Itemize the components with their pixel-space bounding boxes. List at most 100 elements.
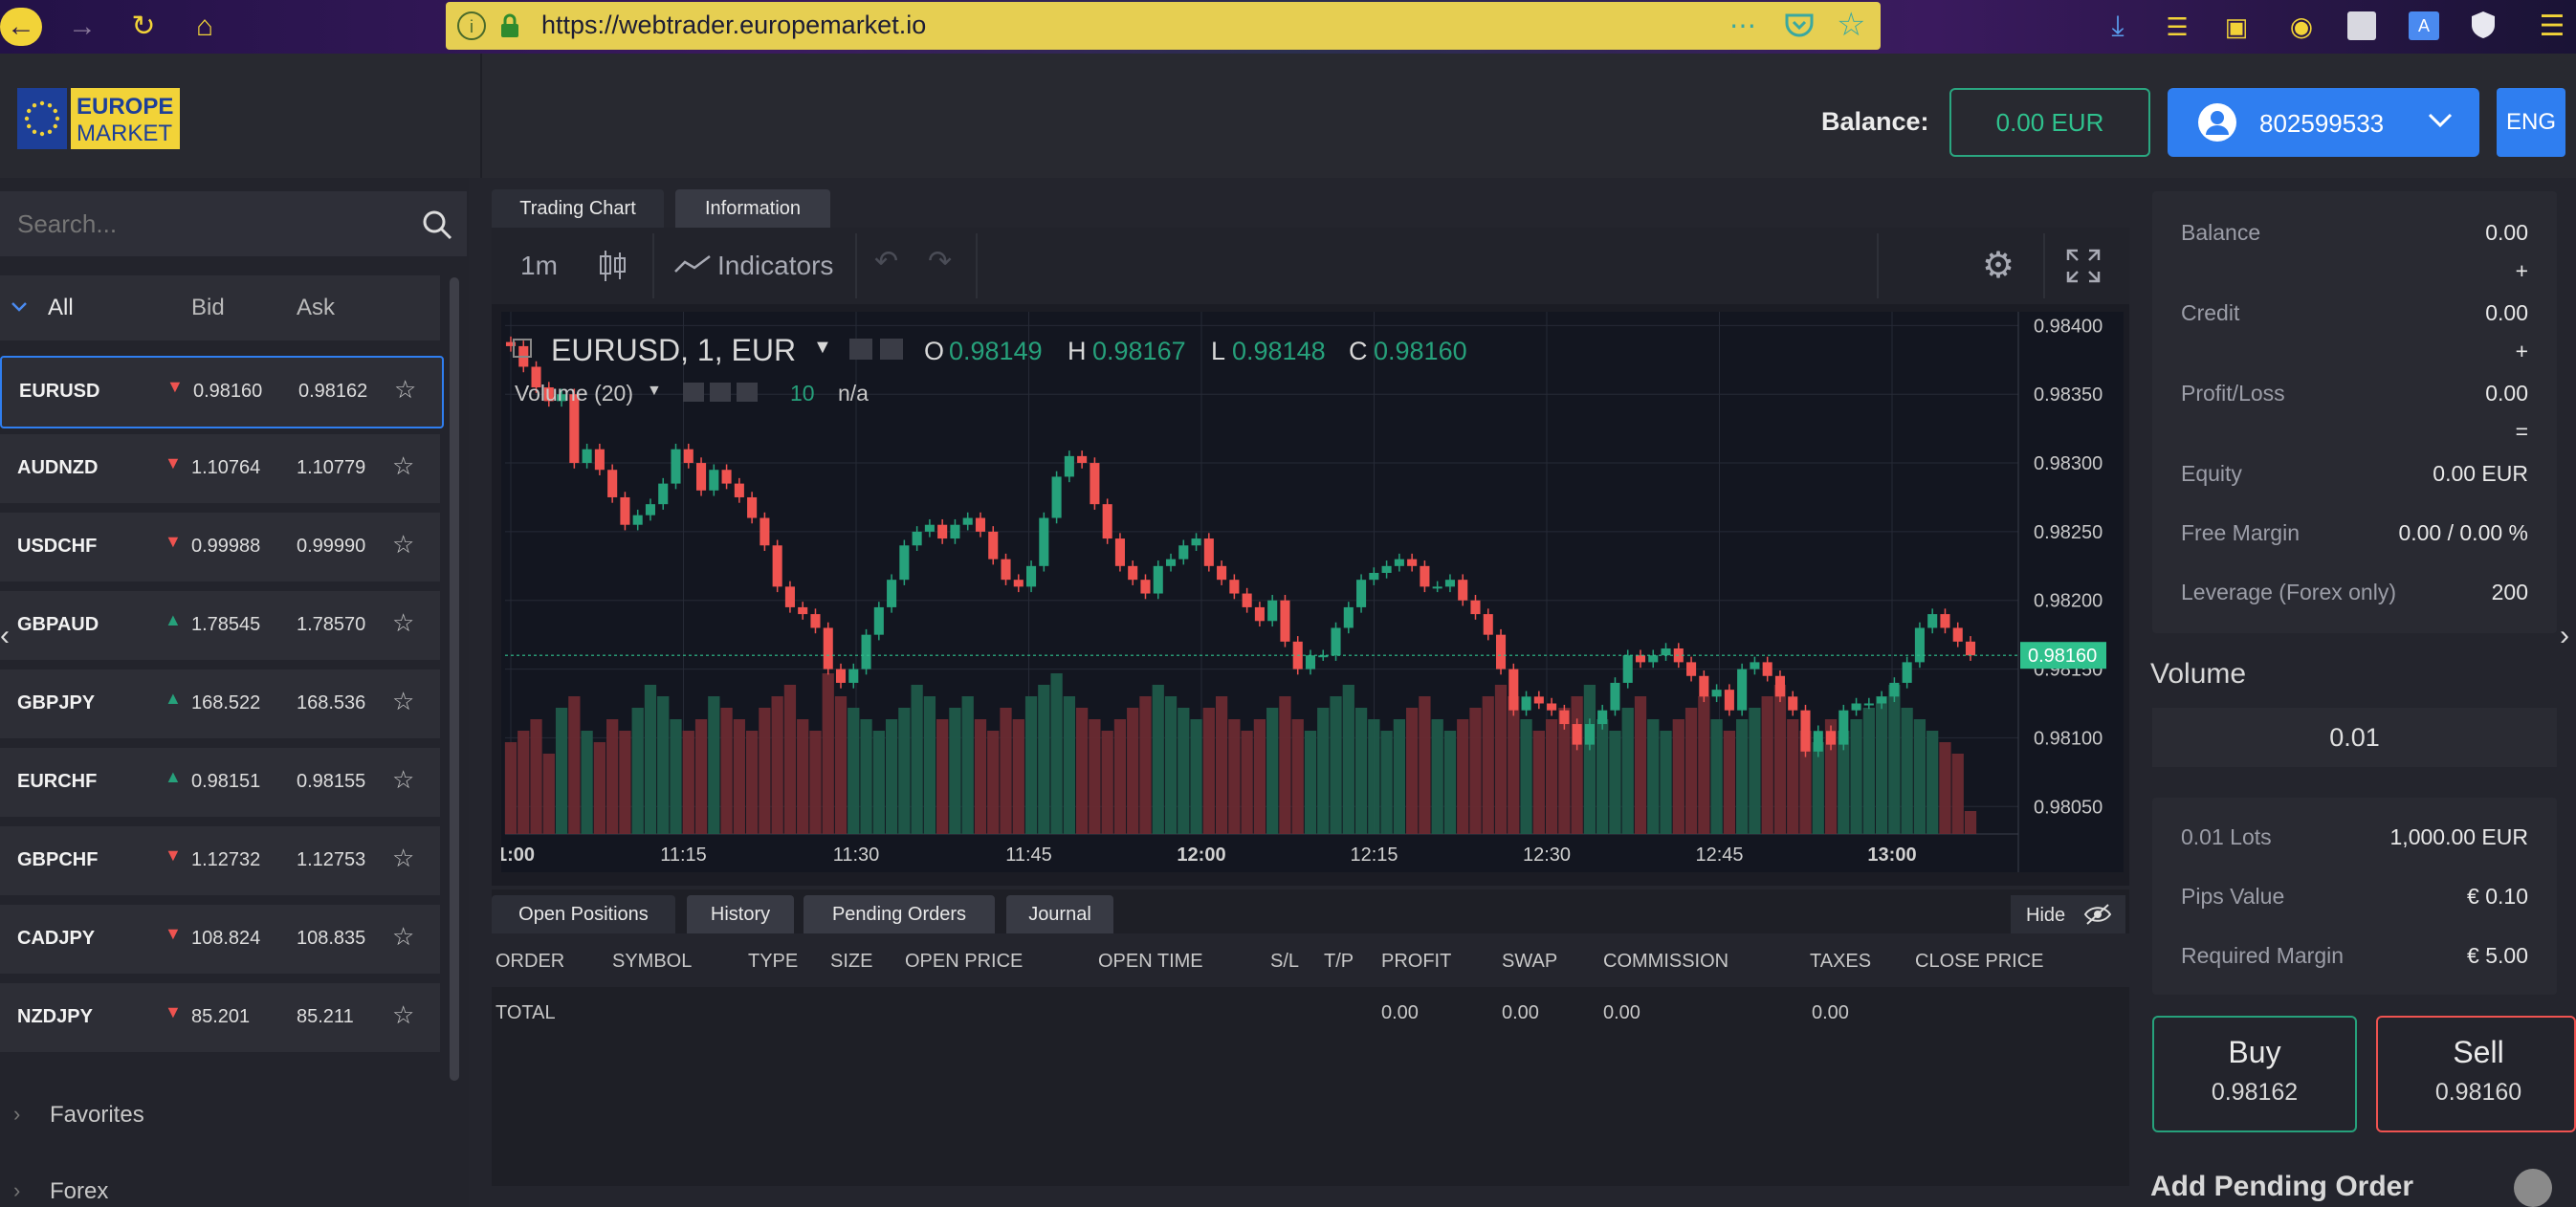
favorite-star-icon[interactable]: ☆ xyxy=(394,375,416,405)
undo-icon[interactable]: ↶ xyxy=(874,245,898,278)
favorite-star-icon[interactable]: ☆ xyxy=(392,608,414,638)
favorite-star-icon[interactable]: ☆ xyxy=(392,922,414,952)
bookmark-star-icon[interactable]: ☆ xyxy=(1837,6,1865,44)
favorite-star-icon[interactable]: ☆ xyxy=(392,530,414,560)
instrument-row[interactable]: EURCHF ▲ 0.98151 0.98155 ☆ xyxy=(0,748,440,817)
volume-bar xyxy=(1279,696,1291,834)
tab-journal[interactable]: Journal xyxy=(1006,895,1113,933)
volume-bar xyxy=(682,731,694,834)
sidebar-icon[interactable]: ▣ xyxy=(2219,10,2254,44)
search-box[interactable] xyxy=(0,191,407,256)
volume-bar xyxy=(1419,696,1431,834)
chart-settings-gear-icon[interactable]: ⚙ xyxy=(1982,247,2015,285)
tab-pending-orders[interactable]: Pending Orders xyxy=(804,895,995,933)
legend-symbol[interactable]: EURUSD, 1, EUR xyxy=(551,333,796,368)
instrument-row[interactable]: GBPCHF ▼ 1.12732 1.12753 ☆ xyxy=(0,826,440,895)
volume-bar xyxy=(1469,708,1482,834)
tab-history[interactable]: History xyxy=(687,895,794,933)
forward-icon[interactable]: → xyxy=(65,10,99,44)
europe-market-logo[interactable]: EUROPE MARKET xyxy=(17,88,180,149)
volume-bar xyxy=(1190,719,1202,834)
instrument-row[interactable]: USDCHF ▼ 0.99988 0.99990 ☆ xyxy=(0,513,440,582)
volume-remove-icon[interactable] xyxy=(737,383,758,402)
volume-input[interactable]: 0.01 xyxy=(2152,708,2557,767)
volume-caret-icon[interactable]: ▼ xyxy=(647,383,662,400)
instrument-ask: 108.835 xyxy=(297,928,366,949)
instrument-row[interactable]: GBPAUD ▲ 1.78545 1.78570 ☆ xyxy=(0,591,440,660)
tab-open-positions[interactable]: Open Positions xyxy=(492,895,675,933)
candle xyxy=(1026,565,1037,587)
legend-eye-icon[interactable] xyxy=(849,339,872,360)
candle xyxy=(1750,662,1760,669)
volume-bar xyxy=(1736,719,1749,834)
volume-bar xyxy=(1634,696,1647,834)
extension-icon[interactable] xyxy=(2347,11,2376,40)
search-input[interactable] xyxy=(0,191,402,256)
legend-collapse-icon[interactable] xyxy=(513,339,532,358)
interval-selector[interactable]: 1m xyxy=(520,251,558,281)
eye-off-icon xyxy=(2083,904,2112,925)
favorites-group[interactable]: › Favorites xyxy=(0,1090,440,1140)
instrument-list-header[interactable]: All Bid Ask xyxy=(0,275,440,340)
pending-order-toggle[interactable] xyxy=(2514,1169,2552,1207)
redo-icon[interactable]: ↷ xyxy=(928,245,952,278)
back-icon[interactable]: ← xyxy=(0,8,42,46)
translate-icon[interactable]: A xyxy=(2409,11,2439,40)
legend-settings-icon[interactable] xyxy=(880,339,903,360)
favorite-star-icon[interactable]: ☆ xyxy=(392,844,414,873)
favorite-star-icon[interactable]: ☆ xyxy=(392,1000,414,1030)
instrument-row[interactable]: EURUSD ▼ 0.98160 0.98162 ☆ xyxy=(0,356,444,428)
reload-icon[interactable]: ↻ xyxy=(126,10,161,44)
volume-bar xyxy=(644,685,657,834)
library-icon[interactable]: ☰ xyxy=(2160,10,2194,44)
menu-icon[interactable]: ☰ xyxy=(2535,10,2569,44)
sidebar-scrollbar[interactable] xyxy=(450,277,459,1081)
buy-button[interactable]: Buy 0.98162 xyxy=(2152,1016,2357,1132)
favorite-star-icon[interactable]: ☆ xyxy=(392,765,414,795)
account-dropdown-button[interactable]: 802599533 xyxy=(2168,88,2479,157)
chevron-down-icon xyxy=(2426,105,2455,139)
volume-bar xyxy=(1089,719,1101,834)
volume-bar xyxy=(1939,742,1951,834)
legend-symbol-caret-icon[interactable]: ▼ xyxy=(813,337,832,359)
pocket-icon[interactable] xyxy=(1783,10,1816,40)
volume-bar xyxy=(720,708,733,834)
tab-trading-chart[interactable]: Trading Chart xyxy=(492,189,664,228)
legend-l-label: L xyxy=(1211,337,1226,365)
download-icon[interactable]: ⤓ xyxy=(2101,10,2135,44)
volume-settings-icon[interactable] xyxy=(710,383,731,402)
collapse-right-icon[interactable]: › xyxy=(2560,620,2569,652)
page-actions-icon[interactable]: ⋯ xyxy=(1729,10,1756,41)
volume-eye-icon[interactable] xyxy=(683,383,704,402)
instrument-row[interactable]: GBPJPY ▲ 168.522 168.536 ☆ xyxy=(0,669,440,738)
forex-group[interactable]: › Forex xyxy=(0,1173,440,1207)
tab-information[interactable]: Information xyxy=(675,189,830,228)
total-swap: 0.00 xyxy=(1502,1002,1539,1023)
candle-type-icon[interactable] xyxy=(597,247,629,290)
shield-icon[interactable] xyxy=(2470,10,2497,40)
volume-bar xyxy=(949,708,961,834)
instrument-ask: 0.98155 xyxy=(297,771,366,792)
instrument-row[interactable]: CADJPY ▼ 108.824 108.835 ☆ xyxy=(0,905,440,974)
sell-button[interactable]: Sell 0.98160 xyxy=(2376,1016,2576,1132)
volume-bar xyxy=(1354,708,1368,834)
candle xyxy=(1838,710,1849,745)
indicators-button[interactable]: Indicators xyxy=(673,247,865,285)
instrument-row[interactable]: AUDNZD ▼ 1.10764 1.10779 ☆ xyxy=(0,434,440,503)
collapse-left-icon[interactable]: ‹ xyxy=(0,620,10,652)
home-icon[interactable]: ⌂ xyxy=(187,10,222,44)
hide-panel-button[interactable]: Hide xyxy=(2011,895,2125,933)
language-button[interactable]: ENG xyxy=(2497,88,2565,157)
account-icon[interactable]: ◉ xyxy=(2284,10,2319,44)
volume-bar xyxy=(834,696,848,834)
instrument-row[interactable]: NZDJPY ▼ 85.201 85.211 ☆ xyxy=(0,983,440,1052)
fullscreen-icon[interactable] xyxy=(2064,247,2103,290)
legend-open-value: 0.98149 xyxy=(949,337,1043,365)
search-button[interactable] xyxy=(407,191,467,256)
favorite-star-icon[interactable]: ☆ xyxy=(392,687,414,716)
col-profit: PROFIT xyxy=(1381,951,1452,972)
volume-indicator-label[interactable]: Volume (20) xyxy=(515,381,633,406)
price-chart[interactable]: 11:00 11:15 11:30 11:45 12:00 12:15 12:30 12:45… xyxy=(501,312,2124,872)
info-icon[interactable]: i xyxy=(457,11,486,40)
favorite-star-icon[interactable]: ☆ xyxy=(392,451,414,481)
